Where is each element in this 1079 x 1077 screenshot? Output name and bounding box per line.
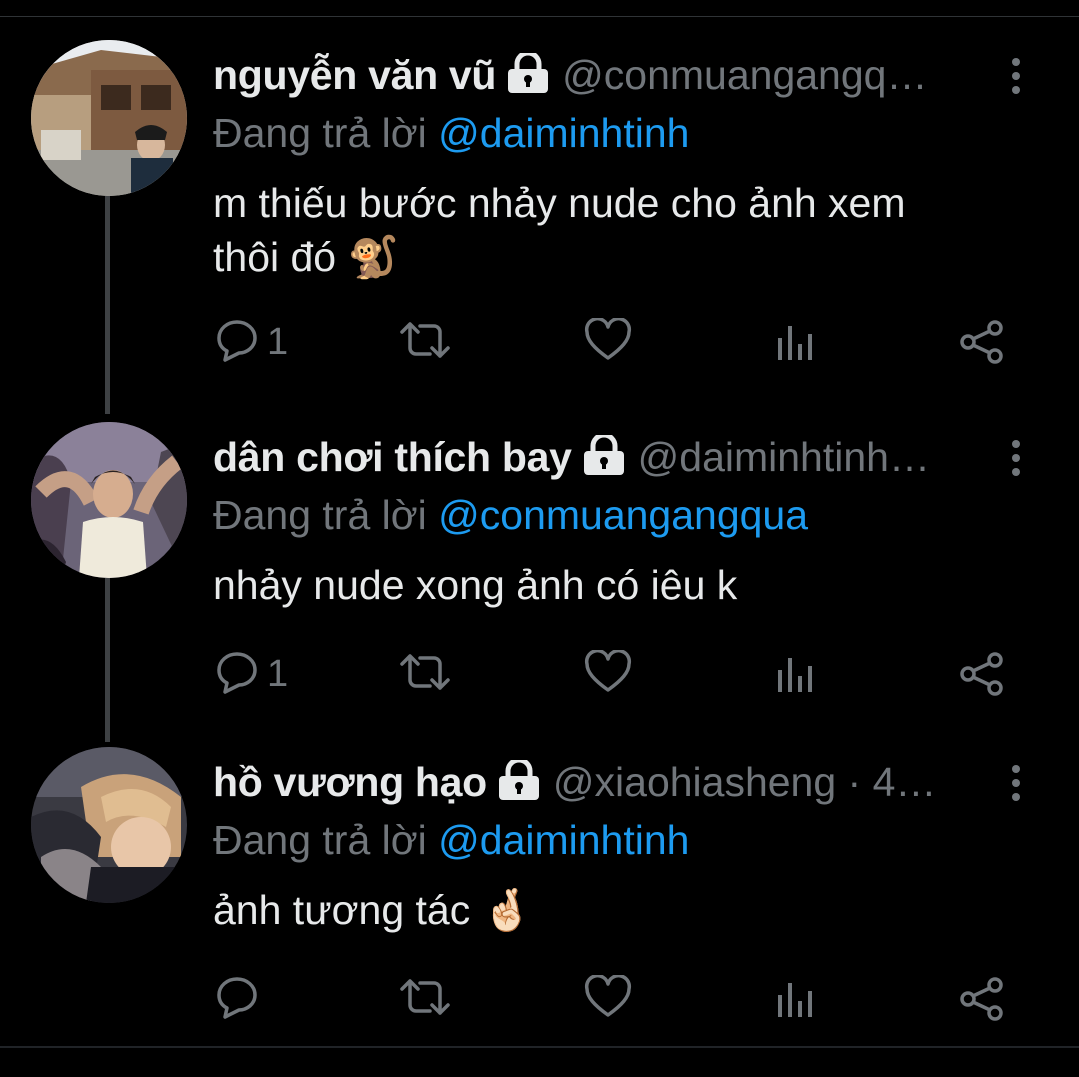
lock-icon: [495, 759, 543, 805]
retweet-button[interactable]: [398, 652, 452, 697]
tweet-header: dân chơi thích bay @daiminhtinh…: [213, 434, 983, 494]
views-icon: [776, 322, 816, 367]
reply-button[interactable]: 1: [215, 650, 288, 699]
retweet-icon: [398, 652, 452, 697]
reply-icon: [215, 318, 259, 367]
reply-button[interactable]: 1: [215, 318, 288, 367]
reply-prefix: Đang trả lời: [213, 817, 439, 863]
more-icon[interactable]: [1001, 434, 1031, 484]
views-button[interactable]: [776, 322, 816, 367]
tweet-header: nguyễn văn vũ @conmuangangq…: [213, 52, 983, 112]
retweet-button[interactable]: [398, 320, 452, 365]
display-name[interactable]: nguyễn văn vũ: [213, 52, 496, 98]
views-button[interactable]: [776, 979, 816, 1024]
tweet[interactable]: hồ vương hạo @xiaohiasheng · 4… Đang trả …: [0, 747, 1079, 1077]
lock-icon: [504, 52, 552, 98]
like-button[interactable]: [584, 974, 632, 1024]
tweet-text-line: ảnh tương tác 🤞🏻: [213, 887, 533, 933]
reply-icon: [215, 975, 259, 1024]
like-icon: [584, 317, 632, 367]
like-icon: [584, 974, 632, 1024]
handle[interactable]: @xiaohiasheng · 4…: [553, 759, 937, 805]
retweet-icon: [398, 977, 452, 1022]
replying-to: Đang trả lời @daiminhtinh: [213, 110, 689, 157]
views-button[interactable]: [776, 654, 816, 699]
avatar[interactable]: [31, 422, 187, 578]
reply-count: 1: [267, 321, 289, 363]
avatar[interactable]: [31, 747, 187, 903]
views-icon: [776, 654, 816, 699]
reply-button[interactable]: [215, 975, 267, 1024]
tweet-text-line: nhảy nude xong ảnh có iêu k: [213, 562, 738, 608]
replying-to: Đang trả lời @daiminhtinh: [213, 817, 689, 864]
share-button[interactable]: [959, 977, 1005, 1026]
tweet-text: m thiếu bước nhảy nude cho ảnh xem thôi …: [213, 176, 1013, 284]
tweet[interactable]: nguyễn văn vũ @conmuangangq… Đang trả lời…: [0, 40, 1079, 370]
replying-to: Đang trả lời @conmuangangqua: [213, 492, 808, 539]
lock-icon: [580, 434, 628, 480]
action-bar: [0, 974, 1079, 1035]
more-icon[interactable]: [1001, 759, 1031, 809]
more-icon[interactable]: [1001, 52, 1031, 102]
retweet-icon: [398, 320, 452, 365]
share-button[interactable]: [959, 320, 1005, 369]
like-icon: [584, 649, 632, 699]
like-button[interactable]: [584, 317, 632, 367]
share-button[interactable]: [959, 652, 1005, 701]
tweet-text: ảnh tương tác 🤞🏻: [213, 883, 1013, 937]
action-bar: 1: [0, 649, 1079, 710]
share-icon: [959, 977, 1005, 1026]
tweet-text-line: m thiếu bước nhảy nude cho ảnh xem: [213, 180, 906, 226]
retweet-button[interactable]: [398, 977, 452, 1022]
reply-count: 1: [267, 653, 289, 695]
reply-mention-link[interactable]: @conmuangangqua: [438, 492, 808, 538]
display-name[interactable]: dân chơi thích bay: [213, 434, 572, 480]
tweet-text: nhảy nude xong ảnh có iêu k: [213, 558, 1013, 612]
reply-mention-link[interactable]: @daiminhtinh: [438, 110, 689, 156]
handle[interactable]: @daiminhtinh…: [638, 434, 930, 480]
tweet[interactable]: dân chơi thích bay @daiminhtinh… Đang trả…: [0, 422, 1079, 752]
share-icon: [959, 320, 1005, 369]
avatar[interactable]: [31, 40, 187, 196]
tweet-text-line: thôi đó 🐒: [213, 234, 399, 280]
tweet-header: hồ vương hạo @xiaohiasheng · 4…: [213, 759, 983, 819]
reply-prefix: Đang trả lời: [213, 492, 439, 538]
handle[interactable]: @conmuangangq…: [562, 52, 927, 98]
like-button[interactable]: [584, 649, 632, 699]
reply-prefix: Đang trả lời: [213, 110, 439, 156]
top-divider: [0, 0, 1079, 17]
display-name[interactable]: hồ vương hạo: [213, 759, 487, 805]
share-icon: [959, 652, 1005, 701]
views-icon: [776, 979, 816, 1024]
reply-mention-link[interactable]: @daiminhtinh: [438, 817, 689, 863]
action-bar: 1: [0, 317, 1079, 378]
reply-icon: [215, 650, 259, 699]
